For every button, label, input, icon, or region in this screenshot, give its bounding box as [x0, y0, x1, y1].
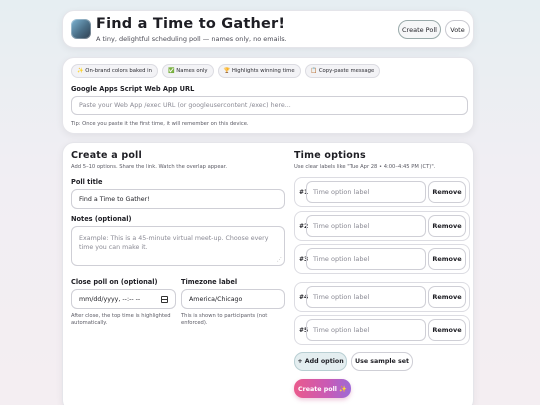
- time-option-row: #4 Time option label Remove: [294, 282, 470, 312]
- feature-chips: ✨ On-brand colors baked in ✅ Names only …: [71, 64, 381, 78]
- resize-grip-icon[interactable]: ⋰: [277, 258, 282, 263]
- url-label: Google Apps Script Web App URL: [71, 85, 195, 93]
- notes-textarea[interactable]: Example: This is a 45-minute virtual mee…: [71, 226, 285, 266]
- remove-option-button[interactable]: Remove: [428, 181, 466, 203]
- url-tip: Tip: Once you paste it the first time, i…: [71, 121, 249, 127]
- close-date-input[interactable]: mm/dd/yyyy, --:-- --: [71, 289, 176, 309]
- time-option-input[interactable]: Time option label: [306, 248, 426, 270]
- timezone-help: This is shown to participants (not enfor…: [181, 313, 268, 326]
- timezone-value: America/Chicago: [189, 295, 243, 303]
- create-poll-heading: Create a poll: [71, 150, 142, 161]
- url-placeholder: Paste your Web App /exec URL (or googleu…: [79, 102, 291, 109]
- create-poll-hint: Add 5–10 options. Share the link. Watch …: [71, 164, 228, 170]
- feature-chip: 📋 Copy-paste message: [304, 64, 381, 78]
- app-subtitle: A tiny, delightful scheduling poll — nam…: [96, 35, 287, 43]
- notes-placeholder: Example: This is a 45-minute virtual mee…: [79, 235, 269, 251]
- remove-option-button[interactable]: Remove: [428, 248, 466, 270]
- time-option-row: #1 Time option label Remove: [294, 177, 470, 207]
- time-options-hint: Use clear labels like "Tue Apr 28 • 4:00…: [294, 164, 436, 170]
- create-poll-button[interactable]: Create poll ✨: [294, 379, 351, 398]
- time-option-input[interactable]: Time option label: [306, 286, 426, 308]
- remove-option-button[interactable]: Remove: [428, 286, 466, 308]
- calendar-icon[interactable]: [161, 296, 168, 303]
- vote-nav-button[interactable]: Vote: [445, 20, 470, 39]
- poll-title-input[interactable]: Find a Time to Gather!: [71, 189, 285, 209]
- time-option-input[interactable]: Time option label: [306, 215, 426, 237]
- notes-label: Notes (optional): [71, 215, 132, 223]
- poll-title-value: Find a Time to Gather!: [79, 195, 150, 203]
- setup-card: ✨ On-brand colors baked in ✅ Names only …: [62, 57, 474, 134]
- time-options-heading: Time options: [294, 150, 366, 161]
- time-option-row: #3 Time option label Remove: [294, 244, 470, 274]
- feature-chip: ✨ On-brand colors baked in: [71, 64, 159, 78]
- close-poll-label: Close poll on (optional): [71, 278, 158, 286]
- timezone-label: Timezone label: [181, 278, 238, 286]
- create-poll-nav-button[interactable]: Create Poll: [398, 20, 441, 39]
- feature-chip: 🏆 Highlights winning time: [217, 64, 301, 78]
- app-title: Find a Time to Gather!: [96, 16, 286, 32]
- timezone-input[interactable]: America/Chicago: [181, 289, 285, 309]
- remove-option-button[interactable]: Remove: [428, 215, 466, 237]
- poll-builder-card: Create a poll Add 5–10 options. Share th…: [62, 142, 474, 405]
- close-help: After close, the top time is highlighted…: [71, 313, 171, 326]
- header-card: Find a Time to Gather! A tiny, delightfu…: [62, 10, 474, 48]
- time-option-row: #5 Time option label Remove: [294, 315, 470, 345]
- poll-title-label: Poll title: [71, 178, 103, 186]
- close-date-placeholder: mm/dd/yyyy, --:-- --: [79, 295, 141, 303]
- webapp-url-input[interactable]: Paste your Web App /exec URL (or googleu…: [71, 96, 468, 115]
- feature-chip: ✅ Names only: [162, 64, 214, 78]
- add-option-button[interactable]: + Add option: [294, 352, 347, 371]
- remove-option-button[interactable]: Remove: [428, 319, 466, 341]
- use-sample-set-button[interactable]: Use sample set: [351, 352, 413, 371]
- time-option-row: #2 Time option label Remove: [294, 211, 470, 241]
- app-logo: [71, 19, 91, 39]
- time-option-input[interactable]: Time option label: [306, 181, 426, 203]
- time-option-input[interactable]: Time option label: [306, 319, 426, 341]
